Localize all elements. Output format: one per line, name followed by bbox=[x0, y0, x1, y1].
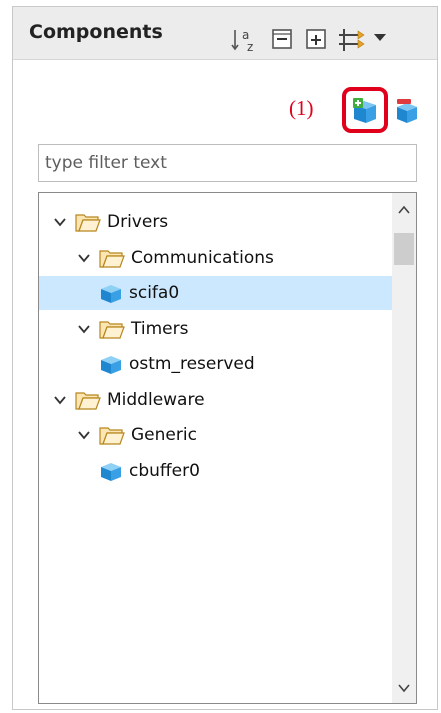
component-icon bbox=[101, 356, 121, 374]
folder-open-icon bbox=[99, 320, 125, 339]
folder-open-icon bbox=[99, 427, 125, 445]
tree-folder-row[interactable]: Timers bbox=[39, 312, 392, 346]
tree-component-row[interactable]: scifa0 bbox=[39, 276, 392, 310]
tree-item-label: Generic bbox=[131, 425, 197, 445]
view-menu-icon[interactable] bbox=[373, 33, 387, 43]
component-icon bbox=[101, 285, 121, 303]
sort-alpha-icon[interactable]: a z bbox=[231, 27, 257, 53]
components-panel: Components a z (1) type filter text Driv… bbox=[12, 6, 438, 710]
collapse-all-icon[interactable] bbox=[270, 27, 294, 51]
panel-header: Components a z bbox=[13, 7, 437, 60]
tree-item-label: cbuffer0 bbox=[129, 460, 200, 481]
tree-folder-row[interactable]: Middleware bbox=[39, 383, 392, 417]
tree-item-label: Drivers bbox=[107, 212, 169, 232]
chevron-down-icon[interactable] bbox=[77, 322, 91, 336]
tree-component-row[interactable]: ostm_reserved bbox=[39, 347, 392, 381]
tree-folder-row[interactable]: Communications bbox=[39, 241, 392, 275]
tree-item-label: Timers bbox=[131, 318, 189, 339]
remove-component-icon[interactable] bbox=[393, 97, 421, 125]
annotation-label: (1) bbox=[289, 96, 314, 120]
svg-text:z: z bbox=[247, 40, 253, 53]
filter-input[interactable] bbox=[38, 144, 417, 182]
component-tree: Drivers Communications scifa0 Timers ostm_re… bbox=[38, 192, 417, 704]
add-component-icon[interactable] bbox=[350, 97, 380, 125]
folder-open-icon bbox=[75, 214, 101, 232]
filter-arrows-icon[interactable] bbox=[336, 27, 366, 53]
tree-item-label: Communications bbox=[131, 247, 274, 268]
chevron-down-icon[interactable] bbox=[77, 428, 91, 442]
scroll-up-icon[interactable] bbox=[398, 205, 410, 215]
tree-folder-row[interactable]: Drivers bbox=[39, 205, 392, 239]
expand-all-icon[interactable] bbox=[304, 27, 328, 51]
tree-folder-row[interactable]: Generic bbox=[39, 418, 392, 452]
panel-title: Components bbox=[29, 21, 163, 43]
tree-item-label: scifa0 bbox=[129, 283, 180, 303]
chevron-down-icon[interactable] bbox=[53, 215, 67, 229]
folder-open-icon bbox=[75, 391, 101, 410]
tree-item-label: ostm_reserved bbox=[129, 354, 255, 374]
component-icon bbox=[101, 462, 121, 481]
tree-item-label: Middleware bbox=[107, 389, 205, 410]
tree-component-row[interactable]: cbuffer0 bbox=[39, 454, 392, 488]
scroll-thumb[interactable] bbox=[394, 233, 414, 265]
folder-open-icon bbox=[99, 249, 125, 268]
chevron-down-icon[interactable] bbox=[77, 251, 91, 265]
vertical-scrollbar[interactable] bbox=[392, 193, 416, 703]
scroll-down-icon[interactable] bbox=[398, 683, 410, 693]
chevron-down-icon[interactable] bbox=[53, 393, 67, 407]
